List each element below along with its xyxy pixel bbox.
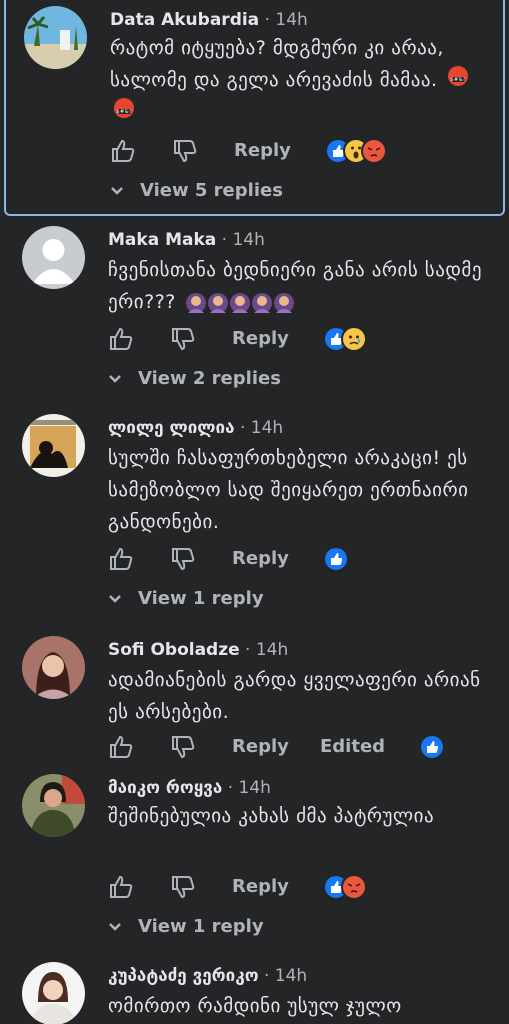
comment-actions: Reply — [108, 326, 488, 356]
comment-actions: Reply — [108, 874, 488, 904]
chevron-down-icon — [108, 588, 122, 609]
comment: Maka Maka · 14h ჩვენისთანა ბედნიერი განა… — [0, 218, 509, 408]
avatar[interactable] — [24, 6, 87, 69]
comment-text: რატომ იტყუება? მდგმური კი არაა, სალომე დ… — [110, 32, 500, 129]
comment-time[interactable]: 14h — [239, 778, 271, 798]
reply-button[interactable]: Reply — [234, 140, 291, 161]
svg-text:$#&!: $#&! — [116, 109, 131, 115]
like-thumb-icon[interactable] — [108, 874, 134, 900]
comment-time[interactable]: 14h — [275, 10, 307, 30]
dislike-thumb-icon[interactable] — [172, 138, 198, 164]
comment-text: ჩვენისთანა ბედნიერი განა არის სადმე ერი?… — [108, 259, 482, 313]
comment: Sofi Oboladze · 14h ადამიანების გარდა ყვ… — [0, 630, 509, 770]
svg-text:$#&!: $#&! — [450, 77, 465, 83]
comment-header: მაიკო როყვა · 14h — [108, 778, 271, 798]
view-replies-button[interactable]: View 1 reply — [108, 916, 264, 937]
comment-text: ომირთო რამდინი უსულ ჯულო — [108, 995, 402, 1017]
commenter-name[interactable]: Sofi Oboladze — [108, 640, 240, 660]
like-reaction-icon — [419, 734, 445, 760]
commenter-name[interactable]: Data Akubardia — [110, 10, 259, 30]
comment-highlighted: Data Akubardia · 14h რატომ იტყუება? მდგმ… — [4, 0, 505, 216]
comment-text: სულში ჩასაფურთხებელი არაკაცი! ეს სამეზობ… — [108, 447, 469, 533]
avatar[interactable] — [22, 414, 85, 477]
comment-header: ლილე ლილია · 14h — [108, 418, 284, 438]
angry-reaction-icon — [341, 874, 367, 900]
comment-time[interactable]: 14h — [251, 418, 283, 438]
dislike-thumb-icon[interactable] — [170, 326, 196, 352]
comment-time[interactable]: 14h — [256, 640, 288, 660]
comment-time[interactable]: 14h — [275, 966, 307, 986]
comment: ლილე ლილია · 14h სულში ჩასაფურთხებელი არ… — [0, 408, 509, 630]
chevron-down-icon — [108, 368, 122, 389]
like-thumb-icon[interactable] — [108, 546, 134, 572]
view-replies-button[interactable]: View 1 reply — [108, 588, 264, 609]
reply-button[interactable]: Reply — [232, 328, 289, 349]
sad-reaction-icon — [341, 326, 367, 352]
chevron-down-icon — [110, 180, 124, 201]
commenter-name[interactable]: მაიკო როყვა — [108, 778, 222, 798]
avatar[interactable] — [22, 774, 85, 837]
comment-actions: Reply — [108, 546, 488, 576]
commenter-name[interactable]: ლილე ლილია — [108, 418, 235, 438]
comment-text: შეშინებულია კახას ძმა პატრულია — [108, 805, 435, 827]
angry-reaction-icon — [361, 138, 387, 164]
commenter-name[interactable]: Maka Maka — [108, 230, 216, 250]
dislike-thumb-icon[interactable] — [170, 546, 196, 572]
edited-label[interactable]: Edited — [320, 736, 385, 757]
like-thumb-icon[interactable] — [108, 326, 134, 352]
avatar[interactable] — [22, 226, 85, 289]
comment-actions: Reply Edited — [108, 734, 488, 764]
dislike-thumb-icon[interactable] — [170, 734, 196, 760]
comment-header: Sofi Oboladze · 14h — [108, 640, 289, 660]
woman-emoji-icons — [182, 291, 295, 313]
like-thumb-icon[interactable] — [110, 138, 136, 164]
comment-header: Data Akubardia · 14h — [110, 10, 308, 30]
reply-button[interactable]: Reply — [232, 876, 289, 897]
comment: კუპატაძე ვერიკო · 14h ომირთო რამდინი უსუ… — [0, 960, 509, 1024]
cursing-face-emoji-icon: $#&! — [113, 97, 135, 129]
commenter-name[interactable]: კუპატაძე ვერიკო — [108, 966, 259, 986]
view-replies-button[interactable]: View 2 replies — [108, 368, 281, 389]
like-reaction-icon — [323, 546, 349, 572]
comment-time[interactable]: 14h — [232, 230, 264, 250]
cursing-face-emoji-icon: $#&! — [447, 65, 469, 97]
view-replies-button[interactable]: View 5 replies — [110, 180, 283, 201]
comment: მაიკო როყვა · 14h შეშინებულია კახას ძმა … — [0, 770, 509, 960]
comment-actions: Reply — [110, 138, 490, 168]
reply-button[interactable]: Reply — [232, 548, 289, 569]
avatar[interactable] — [22, 636, 85, 699]
comment-header: კუპატაძე ვერიკო · 14h — [108, 966, 308, 986]
like-thumb-icon[interactable] — [108, 734, 134, 760]
chevron-down-icon — [108, 916, 122, 937]
dislike-thumb-icon[interactable] — [170, 874, 196, 900]
comment-header: Maka Maka · 14h — [108, 230, 265, 250]
avatar[interactable] — [22, 962, 85, 1024]
comment-text: ადამიანების გარდა ყველაფერი არიან ეს არს… — [108, 669, 481, 723]
reply-button[interactable]: Reply — [232, 736, 289, 757]
